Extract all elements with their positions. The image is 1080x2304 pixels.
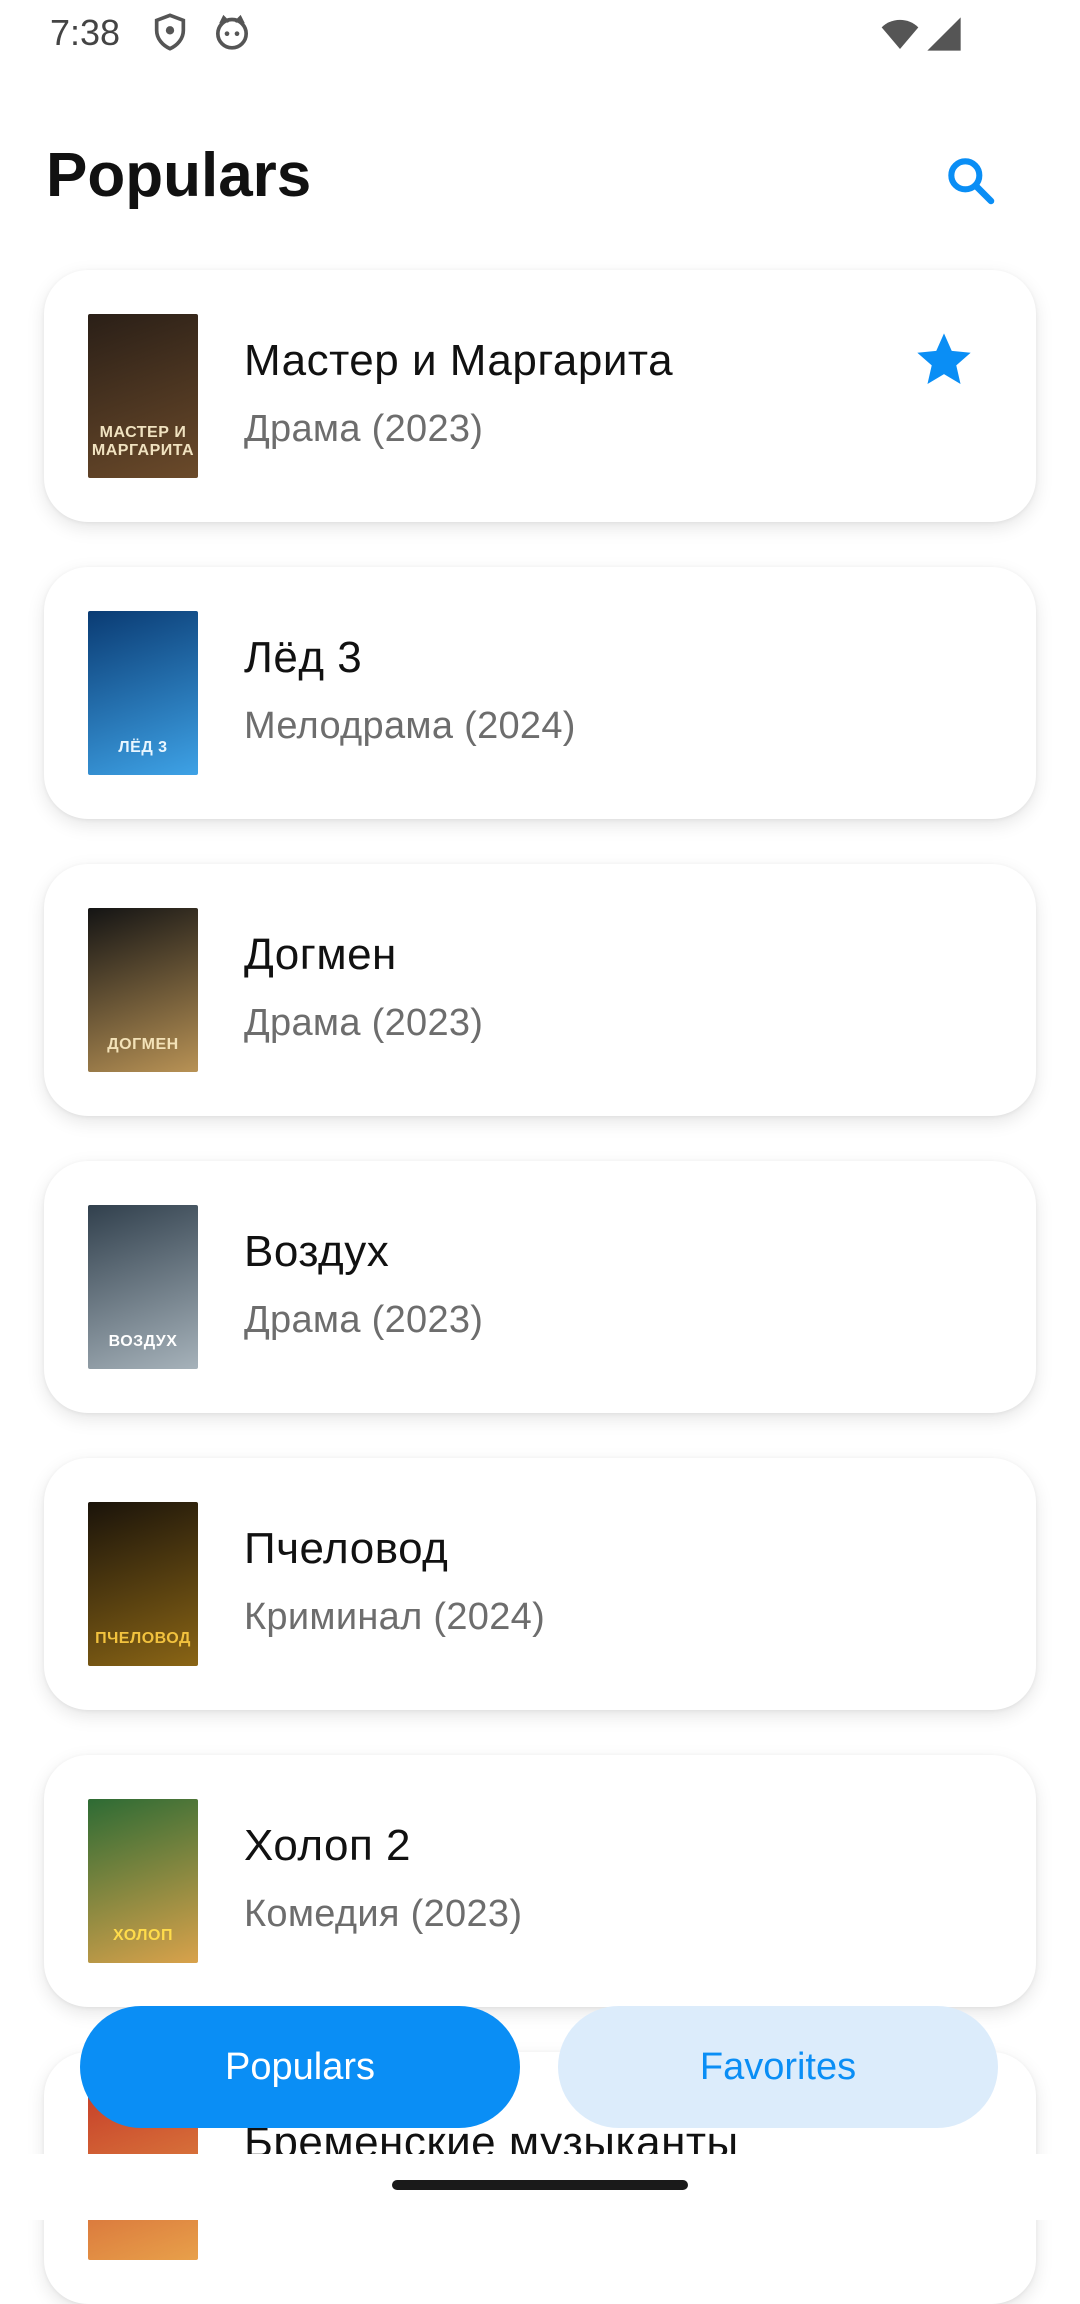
movie-card[interactable]: ПЧЕЛОВОД Пчеловод Криминал (2024) — [44, 1458, 1036, 1710]
movie-card[interactable]: ЛЁД 3 Лёд 3 Мелодрама (2024) — [44, 567, 1036, 819]
tab-populars[interactable]: Populars — [80, 2006, 520, 2128]
movie-genre-year: Комедия (2023) — [244, 1893, 523, 1935]
status-bar: 7:38 — [0, 0, 1080, 70]
poster-title: ДОГМЕН — [107, 1036, 179, 1053]
movie-title: Мастер и Маргарита — [244, 336, 674, 385]
movie-card[interactable]: ХОЛОП Холоп 2 Комедия (2023) — [44, 1755, 1036, 2007]
movie-genre-year: Драма (2023) — [244, 1002, 484, 1044]
movie-poster: ХОЛОП — [88, 1799, 198, 1963]
movie-genre-year: Драма (2023) — [244, 1299, 484, 1341]
wifi-icon — [881, 19, 919, 49]
movie-genre-year: Криминал (2024) — [244, 1596, 546, 1638]
poster-title: ХОЛОП — [113, 1927, 173, 1944]
poster-title: ВОЗДУХ — [108, 1333, 178, 1350]
tab-favorites[interactable]: Favorites — [558, 2006, 998, 2128]
movie-poster: МАСТЕР И МАРГАРИТА — [88, 314, 198, 478]
movie-card[interactable]: МАСТЕР И МАРГАРИТА Мастер и Маргарита Драм… — [44, 270, 1036, 522]
movie-poster: ПЧЕЛОВОД — [88, 1502, 198, 1666]
cat-icon — [216, 14, 248, 50]
signal-icon — [927, 17, 961, 51]
page-title: Populars — [46, 141, 312, 210]
movie-poster: ЛЁД 3 — [88, 611, 198, 775]
app-header: Populars — [0, 110, 1080, 230]
home-indicator[interactable] — [392, 2180, 688, 2190]
shield-icon — [154, 13, 186, 51]
poster-title: ПЧЕЛОВОД — [95, 1630, 191, 1647]
search-icon — [948, 158, 995, 205]
movie-title: Лёд 3 — [244, 633, 363, 682]
movie-title: Воздух — [244, 1227, 390, 1276]
search-button[interactable] — [930, 140, 1010, 220]
movie-title: Пчеловод — [244, 1524, 449, 1573]
movie-title: Догмен — [244, 930, 397, 979]
movie-card[interactable]: ВОЗДУХ Воздух Драма (2023) — [44, 1161, 1036, 1413]
bottom-tab-bar: Populars Favorites — [0, 2006, 1080, 2130]
movie-poster: ВОЗДУХ — [88, 1205, 198, 1369]
movie-card[interactable]: ДОГМЕН Догмен Драма (2023) — [44, 864, 1036, 1116]
status-time: 7:38 — [50, 12, 121, 53]
star-icon[interactable] — [912, 328, 976, 392]
movie-genre-year: Драма (2023) — [244, 408, 484, 450]
movie-poster: ДОГМЕН — [88, 908, 198, 1072]
movie-genre-year: Мелодрама (2024) — [244, 705, 576, 747]
poster-title: ЛЁД 3 — [118, 739, 168, 756]
movie-title: Холоп 2 — [244, 1821, 412, 1870]
poster-title: МАСТЕР И МАРГАРИТА — [91, 424, 195, 459]
